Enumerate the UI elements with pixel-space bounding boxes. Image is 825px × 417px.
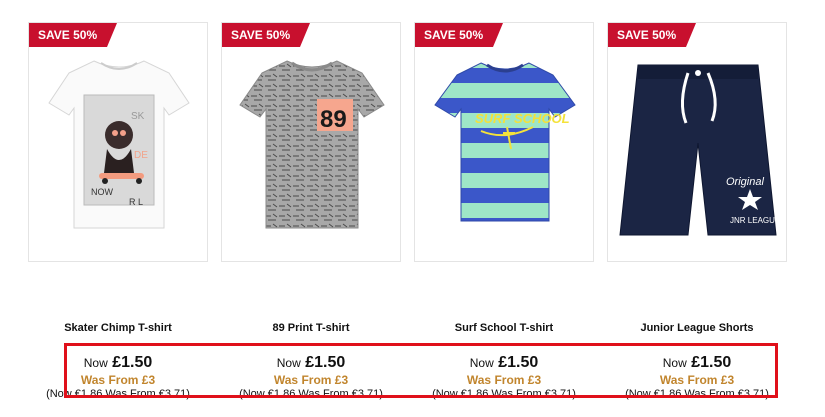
now-price: £1.50 xyxy=(498,354,539,371)
product-card-surf-school[interactable]: SAVE 50% SURF SCHOOL Surf School T-shirt… xyxy=(408,22,594,402)
product-card-skater-chimp[interactable]: SAVE 50% NOW R L SK DE Skater Chimp T-sh… xyxy=(22,22,208,402)
svg-text:NOW: NOW xyxy=(91,187,114,197)
now-price-row: Now £1.50 xyxy=(22,354,214,372)
svg-text:89: 89 xyxy=(320,106,347,133)
now-label: Now xyxy=(469,356,494,370)
product-card-89-print[interactable]: SAVE 50% 89 89 Print T-shirt Now £1.50 W… xyxy=(215,22,401,402)
now-label: Now xyxy=(662,356,687,370)
now-price-row: Now £1.50 xyxy=(408,354,600,372)
product-image-card[interactable]: SAVE 50% Original JNR LEAGUE xyxy=(607,22,787,262)
svg-text:R L: R L xyxy=(129,197,143,207)
product-title[interactable]: Surf School T-shirt xyxy=(408,322,600,334)
svg-text:Original: Original xyxy=(726,176,764,188)
was-price: Was From £3 xyxy=(466,373,542,387)
now-price-row: Now £1.50 xyxy=(601,354,793,372)
save-badge: SAVE 50% xyxy=(608,23,697,53)
product-image-89-print-tshirt[interactable]: 89 xyxy=(222,23,400,261)
product-image-card[interactable]: SAVE 50% SURF SCHOOL xyxy=(414,22,594,262)
product-image-skater-chimp-tshirt[interactable]: NOW R L SK DE xyxy=(29,23,207,261)
product-grid: SAVE 50% NOW R L SK DE Skater Chimp T-sh… xyxy=(0,0,825,417)
save-badge: SAVE 50% xyxy=(29,23,118,53)
now-price: £1.50 xyxy=(305,354,346,371)
was-price: Was From £3 xyxy=(80,373,156,387)
svg-text:DE: DE xyxy=(134,150,148,161)
product-image-junior-league-shorts[interactable]: Original JNR LEAGUE xyxy=(608,23,786,261)
product-card-junior-league[interactable]: SAVE 50% Original JNR LEAGUE Junior Leag… xyxy=(601,22,787,402)
save-badge: SAVE 50% xyxy=(222,23,311,53)
product-image-card[interactable]: SAVE 50% 89 xyxy=(221,22,401,262)
now-price: £1.50 xyxy=(691,354,732,371)
was-price: Was From £3 xyxy=(273,373,349,387)
svg-text:SK: SK xyxy=(131,111,145,122)
now-label: Now xyxy=(83,356,108,370)
product-title[interactable]: Junior League Shorts xyxy=(601,322,793,334)
now-price-row: Now £1.50 xyxy=(215,354,407,372)
euro-price: (Now €1.86 Was From €3.71) xyxy=(239,388,383,400)
euro-price: (Now €1.86 Was From €3.71) xyxy=(625,388,769,400)
product-title[interactable]: Skater Chimp T-shirt xyxy=(22,322,214,334)
now-label: Now xyxy=(276,356,301,370)
euro-price: (Now €1.86 Was From €3.71) xyxy=(46,388,190,400)
product-image-surf-school-tshirt[interactable]: SURF SCHOOL xyxy=(415,23,593,261)
product-image-card[interactable]: SAVE 50% NOW R L SK DE xyxy=(28,22,208,262)
svg-text:JNR LEAGUE: JNR LEAGUE xyxy=(730,216,780,225)
euro-price: (Now €1.86 Was From €3.71) xyxy=(432,388,576,400)
save-badge: SAVE 50% xyxy=(415,23,504,53)
svg-text:SURF SCHOOL: SURF SCHOOL xyxy=(475,111,570,126)
product-title[interactable]: 89 Print T-shirt xyxy=(215,322,407,334)
was-price: Was From £3 xyxy=(659,373,735,387)
now-price: £1.50 xyxy=(112,354,153,371)
